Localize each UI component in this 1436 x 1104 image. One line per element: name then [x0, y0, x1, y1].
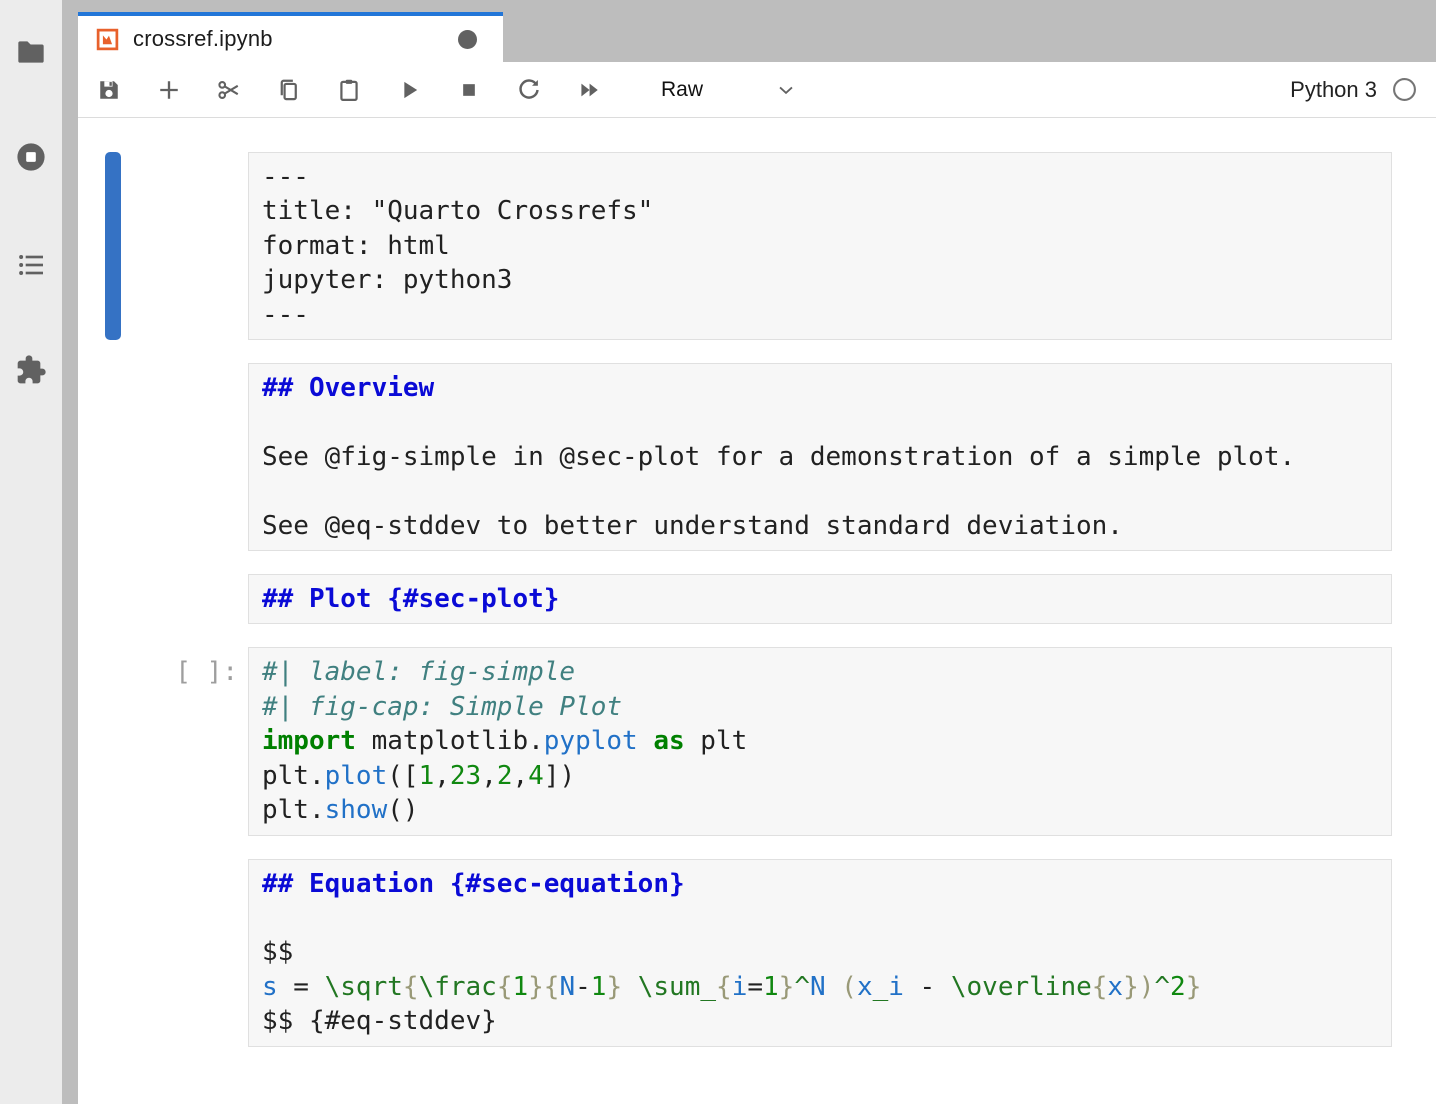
code-line: --- [262, 298, 1378, 332]
tab-bar: crossref.ipynb [78, 0, 1436, 62]
chevron-down-icon [775, 79, 797, 101]
notebook-toolbar: Raw Python 3 [78, 62, 1436, 118]
cell-gutter [78, 859, 248, 1047]
cell-collapser[interactable] [105, 363, 121, 551]
notebook-icon [95, 27, 120, 52]
interrupt-kernel-button[interactable] [447, 68, 491, 112]
cell-prompt [78, 152, 248, 160]
cell-gutter [78, 363, 248, 551]
sidebar-item-extensions[interactable] [14, 353, 48, 387]
tab-title: crossref.ipynb [133, 26, 273, 52]
tab-crossref-ipynb[interactable]: crossref.ipynb [78, 12, 503, 62]
cell-prompt: [ ]: [78, 647, 248, 689]
cell-collapser[interactable] [105, 647, 121, 835]
running-sessions-icon [14, 140, 48, 174]
restart-icon [515, 76, 543, 104]
code-line: ## Overview [262, 371, 1378, 405]
insert-cell-button[interactable] [147, 68, 191, 112]
code-line: #| fig-cap: Simple Plot [262, 690, 1378, 724]
code-line [262, 901, 1378, 935]
sidebar-item-table-of-contents[interactable] [14, 248, 48, 282]
code-line: $$ [262, 935, 1378, 969]
code-line: format: html [262, 229, 1378, 263]
cell-collapser[interactable] [105, 152, 121, 340]
cell-row-raw: ---title: "Quarto Crossrefs"format: html… [78, 152, 1392, 340]
code-line: #| label: fig-simple [262, 655, 1378, 689]
sidebar-item-running-sessions[interactable] [14, 140, 48, 174]
cell-editor[interactable]: #| label: fig-simple#| fig-cap: Simple P… [248, 647, 1392, 835]
code-line [262, 474, 1378, 508]
code-line: import matplotlib.pyplot as plt [262, 724, 1378, 758]
copy-icon [275, 76, 303, 104]
code-line: jupyter: python3 [262, 263, 1378, 297]
cell-editor[interactable]: ## Equation {#sec-equation} $$s = \sqrt{… [248, 859, 1392, 1047]
cells: ---title: "Quarto Crossrefs"format: html… [78, 152, 1436, 1047]
code-line: $$ {#eq-stddev} [262, 1004, 1378, 1038]
cell-editor[interactable]: ## Overview See @fig-simple in @sec-plot… [248, 363, 1392, 551]
cell-gutter: [ ]: [78, 647, 248, 835]
code-line: --- [262, 160, 1378, 194]
cell-row-code: [ ]:#| label: fig-simple#| fig-cap: Simp… [78, 647, 1392, 835]
code-line: See @eq-stddev to better understand stan… [262, 509, 1378, 543]
paste-icon [335, 76, 363, 104]
cell-prompt [78, 363, 248, 371]
cut-cells-button[interactable] [207, 68, 251, 112]
sidebar-divider [62, 0, 78, 1104]
folder-icon [15, 36, 47, 68]
table-of-contents-icon [15, 249, 47, 281]
puzzle-icon [15, 354, 47, 386]
sidebar-item-file-browser[interactable] [14, 35, 48, 69]
plus-icon [155, 76, 183, 104]
cell-collapser[interactable] [105, 574, 121, 624]
cell-row-markdown: ## Plot {#sec-plot} [78, 574, 1392, 624]
paste-cells-button[interactable] [327, 68, 371, 112]
code-line: s = \sqrt{\frac{1}{N-1} \sum_{i=1}^N (x_… [262, 970, 1378, 1004]
kernel-status-icon [1392, 77, 1417, 102]
fast-forward-icon [575, 76, 603, 104]
code-line: See @fig-simple in @sec-plot for a demon… [262, 440, 1378, 474]
copy-cells-button[interactable] [267, 68, 311, 112]
stop-icon [455, 76, 483, 104]
code-line: ## Plot {#sec-plot} [262, 582, 1378, 616]
cell-type-select[interactable]: Raw [661, 78, 797, 102]
cell-type-value: Raw [661, 78, 703, 102]
code-line [262, 405, 1378, 439]
kernel-indicator[interactable]: Python 3 [1290, 77, 1417, 103]
tab-dirty-indicator[interactable] [458, 30, 477, 49]
cell-prompt [78, 859, 248, 867]
cell-prompt [78, 574, 248, 582]
cell-editor[interactable]: ## Plot {#sec-plot} [248, 574, 1392, 624]
activity-sidebar [0, 0, 62, 1104]
restart-run-all-button[interactable] [567, 68, 611, 112]
cut-icon [215, 76, 243, 104]
cell-editor[interactable]: ---title: "Quarto Crossrefs"format: html… [248, 152, 1392, 340]
cell-collapser[interactable] [105, 859, 121, 1047]
save-button[interactable] [87, 68, 131, 112]
code-line: plt.plot([1,23,2,4]) [262, 759, 1378, 793]
code-line: plt.show() [262, 793, 1378, 827]
notebook-panel: ---title: "Quarto Crossrefs"format: html… [78, 119, 1436, 1104]
code-line: title: "Quarto Crossrefs" [262, 194, 1378, 228]
run-cell-button[interactable] [387, 68, 431, 112]
cell-row-markdown: ## Overview See @fig-simple in @sec-plot… [78, 363, 1392, 551]
cell-row-markdown: ## Equation {#sec-equation} $$s = \sqrt{… [78, 859, 1392, 1047]
run-icon [395, 76, 423, 104]
kernel-name: Python 3 [1290, 77, 1377, 103]
restart-kernel-button[interactable] [507, 68, 551, 112]
cell-gutter [78, 574, 248, 624]
cell-gutter [78, 152, 248, 340]
save-icon [95, 76, 123, 104]
code-line: ## Equation {#sec-equation} [262, 867, 1378, 901]
